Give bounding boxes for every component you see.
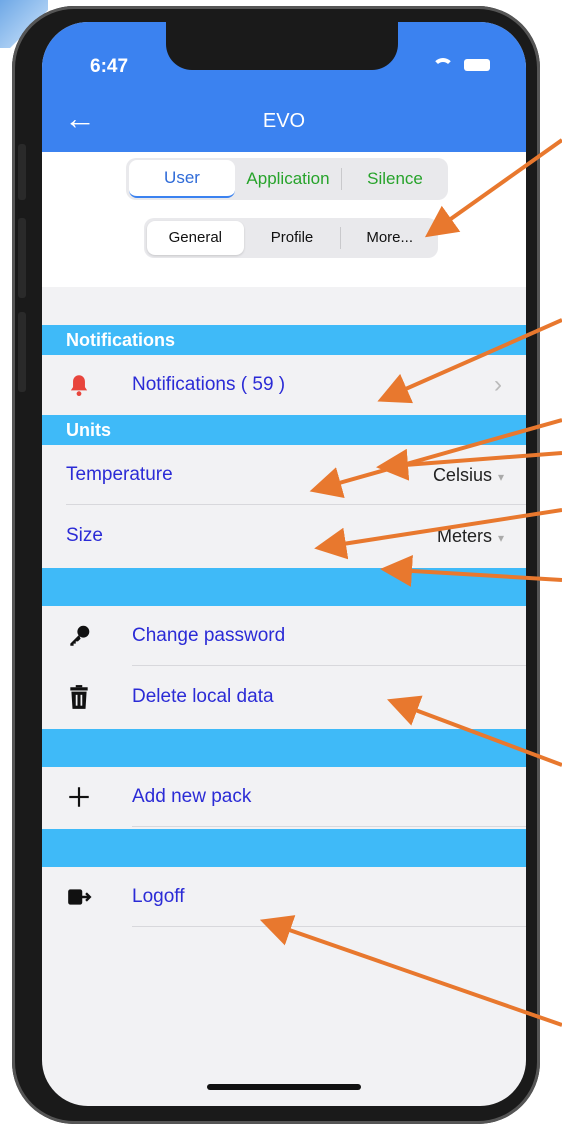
temperature-label: Temperature — [66, 464, 173, 485]
tab-silence[interactable]: Silence — [342, 161, 448, 197]
tab-general[interactable]: General — [147, 221, 244, 255]
size-select[interactable]: Meters — [437, 526, 504, 547]
tab-area: User Application Silence General Profile… — [42, 152, 526, 287]
wifi-icon — [432, 58, 454, 72]
add-new-pack-label[interactable]: Add new pack — [132, 786, 251, 808]
section-spacer — [42, 829, 526, 867]
tab-more[interactable]: More... — [341, 221, 438, 255]
row-divider — [66, 504, 526, 505]
row-divider — [132, 926, 526, 927]
tab-application[interactable]: Application — [235, 161, 341, 197]
logoff-row[interactable]: Logoff — [42, 867, 526, 927]
row-divider — [132, 665, 526, 666]
primary-tabs: User Application Silence — [126, 158, 448, 200]
bell-icon — [70, 375, 88, 397]
temperature-select[interactable]: Celsius — [433, 465, 504, 486]
section-header-units: Units — [42, 415, 526, 445]
row-divider — [132, 826, 526, 827]
page-title: EVO — [262, 110, 306, 132]
notifications-row[interactable]: Notifications ( 59 ) › — [42, 355, 526, 415]
section-spacer — [42, 729, 526, 767]
chevron-right-icon: › — [494, 371, 502, 398]
key-icon — [70, 625, 90, 646]
logout-icon — [68, 889, 92, 905]
size-row[interactable]: Size Meters — [42, 506, 526, 566]
home-indicator — [207, 1084, 361, 1090]
temperature-row[interactable]: Temperature Celsius — [42, 445, 526, 505]
change-password-row[interactable]: Change password — [42, 606, 526, 666]
navigation-bar: ← EVO — [42, 92, 526, 152]
add-new-pack-row[interactable]: Add new pack — [42, 767, 526, 827]
delete-local-data-row[interactable]: Delete local data — [42, 667, 526, 727]
tab-profile[interactable]: Profile — [244, 221, 341, 255]
change-password-label[interactable]: Change password — [132, 625, 285, 647]
notifications-label[interactable]: Notifications ( 59 ) — [132, 374, 285, 396]
trash-icon — [70, 685, 88, 709]
battery-icon — [464, 59, 490, 71]
side-button — [18, 312, 26, 392]
app-screen: 6:47 ← EVO User Application Silence Gene… — [42, 22, 526, 1106]
section-header-notifications: Notifications — [42, 325, 526, 355]
delete-local-data-label[interactable]: Delete local data — [132, 686, 274, 708]
status-icons — [432, 58, 490, 72]
plus-icon — [69, 787, 89, 807]
notch — [166, 22, 398, 70]
size-label: Size — [66, 525, 103, 546]
side-button — [18, 144, 26, 200]
status-time: 6:47 — [90, 56, 129, 77]
tab-user[interactable]: User — [129, 160, 235, 198]
side-button — [18, 218, 26, 298]
section-spacer — [42, 568, 526, 606]
logoff-label[interactable]: Logoff — [132, 886, 184, 908]
secondary-tabs: General Profile More... — [144, 218, 438, 258]
